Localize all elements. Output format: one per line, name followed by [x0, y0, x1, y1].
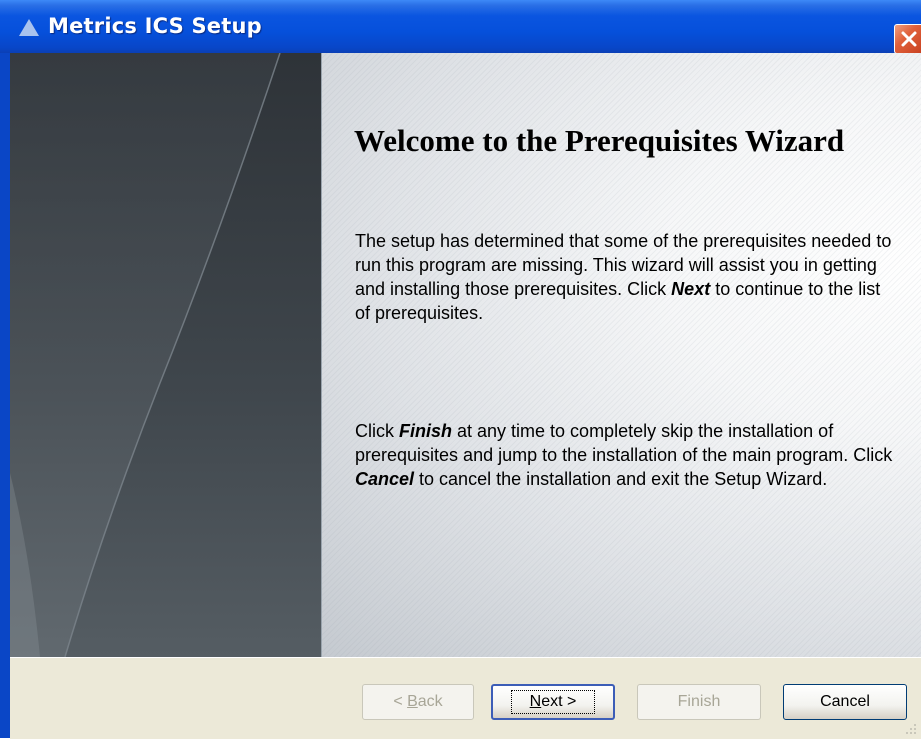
- banner-curve-graphic: [10, 53, 281, 657]
- cancel-label: Cancel: [820, 693, 870, 710]
- next-emphasis: Next: [671, 279, 711, 299]
- intro-paragraph: The setup has determined that some of th…: [355, 229, 895, 325]
- next-accelerator: N: [529, 693, 542, 710]
- back-label-prefix: <: [393, 693, 408, 710]
- next-label: Next >: [510, 690, 596, 714]
- back-button[interactable]: < Back: [362, 684, 474, 720]
- resize-grip-icon[interactable]: [904, 722, 918, 736]
- app-icon: [19, 19, 39, 36]
- close-button[interactable]: [894, 24, 921, 54]
- close-icon: [901, 31, 917, 47]
- window-title: Metrics ICS Setup: [48, 14, 262, 38]
- instructions-paragraph: Click Finish at any time to completely s…: [355, 419, 895, 491]
- back-label-rest: ack: [417, 693, 443, 710]
- finish-emphasis: Finish: [399, 421, 452, 441]
- next-label-rest: ext >: [541, 693, 577, 710]
- back-accelerator: B: [407, 693, 418, 710]
- instructions-text-1: Click: [355, 421, 399, 441]
- instructions-text-3: to cancel the installation and exit the …: [414, 469, 828, 489]
- cancel-button[interactable]: Cancel: [783, 684, 907, 720]
- next-button[interactable]: Next >: [491, 684, 615, 720]
- setup-window: Metrics ICS Setup Welcome to the Prerequ…: [0, 0, 921, 739]
- cancel-emphasis: Cancel: [355, 469, 415, 489]
- wizard-content-panel: Welcome to the Prerequisites Wizard The …: [321, 53, 921, 657]
- finish-label: Finish: [677, 693, 721, 710]
- page-title: Welcome to the Prerequisites Wizard: [354, 123, 845, 158]
- window-frame-left: [0, 53, 10, 738]
- title-bar[interactable]: Metrics ICS Setup: [0, 0, 921, 54]
- finish-button[interactable]: Finish: [637, 684, 761, 720]
- side-banner-image: [10, 53, 321, 657]
- back-label: < Back: [393, 693, 442, 711]
